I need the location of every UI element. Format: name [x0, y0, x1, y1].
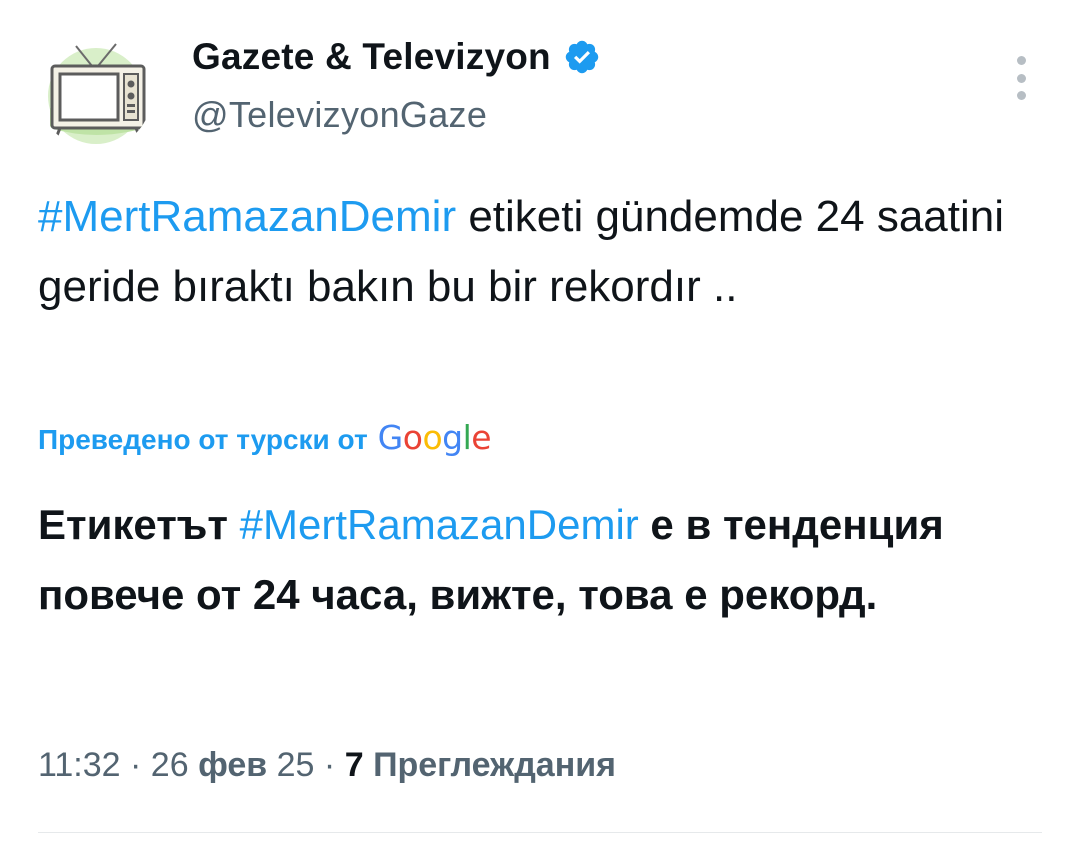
translated-text: Етикетът #MertRamazanDemir е в тенденция… — [38, 490, 1048, 630]
tweet-meta: 11:32 · 26 фев 25 · 7 Преглеждания — [38, 746, 616, 785]
views-count[interactable]: 7 — [345, 746, 364, 785]
translated-by-label: Преведено от турски от — [38, 424, 368, 455]
verified-badge-icon — [565, 40, 599, 74]
translated-by-link[interactable]: Преведено от турски от Google — [38, 418, 492, 457]
tweet-time[interactable]: 11:32 — [38, 746, 121, 785]
more-options-button[interactable] — [1004, 56, 1038, 100]
more-vertical-icon-dot — [1016, 91, 1026, 100]
tweet-card: Gazete & Televizyon @TelevizyonGaze #Mer… — [0, 0, 1080, 850]
views-label[interactable]: Преглеждания — [373, 746, 616, 785]
translation-prefix: Етикетът — [38, 501, 240, 548]
tweet-text: #MertRamazanDemir etiketi gündemde 24 sa… — [38, 182, 1048, 322]
tweet-date-year[interactable]: 25 — [277, 746, 315, 785]
author-name-row[interactable]: Gazete & Televizyon — [192, 36, 601, 78]
google-logo: Google — [377, 418, 492, 457]
author-display-name[interactable]: Gazete & Televizyon — [192, 36, 551, 78]
avatar[interactable] — [40, 38, 152, 150]
more-vertical-icon-dot — [1016, 73, 1026, 83]
tweet-date-month[interactable]: фев — [198, 746, 267, 785]
author-handle[interactable]: @TelevizyonGaze — [192, 94, 487, 136]
hashtag-link[interactable]: #MertRamazanDemir — [38, 192, 456, 241]
tweet-date-day[interactable]: 26 — [151, 746, 189, 785]
more-vertical-icon — [1016, 56, 1026, 65]
tv-set-icon — [48, 43, 146, 144]
meta-separator-2: · — [314, 746, 345, 784]
meta-separator: · — [120, 746, 151, 784]
divider — [38, 832, 1042, 833]
translation-hashtag-link[interactable]: #MertRamazanDemir — [240, 501, 639, 548]
